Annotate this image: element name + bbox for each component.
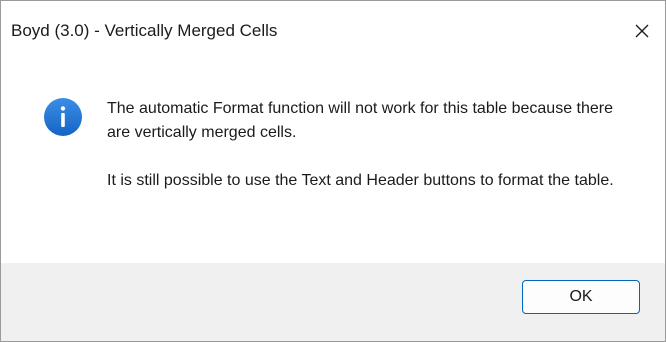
message-paragraph-2: It is still possible to use the Text and…	[107, 172, 614, 189]
info-icon	[44, 98, 82, 136]
message-paragraph-1: The automatic Format function will not w…	[107, 100, 614, 141]
message-dialog: Boyd (3.0) - Vertically Merged Cells The…	[0, 0, 666, 342]
dialog-message: The automatic Format function will not w…	[107, 97, 627, 193]
title-bar[interactable]: Boyd (3.0) - Vertically Merged Cells	[1, 1, 665, 63]
close-button[interactable]	[619, 1, 665, 63]
dialog-footer: OK	[1, 263, 665, 341]
ok-button[interactable]: OK	[522, 280, 640, 314]
window-title: Boyd (3.0) - Vertically Merged Cells	[11, 21, 278, 40]
dialog-content: The automatic Format function will not w…	[1, 63, 665, 263]
close-icon	[635, 24, 649, 38]
